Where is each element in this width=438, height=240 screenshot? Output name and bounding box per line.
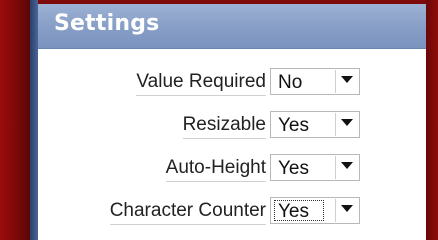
- setting-label: Character Counter: [109, 200, 266, 225]
- setting-label: Resizable: [182, 114, 266, 139]
- panel-header: Settings: [38, 4, 426, 49]
- chevron-down-icon[interactable]: [341, 76, 353, 83]
- panel-title: Settings: [54, 11, 160, 36]
- setting-row-character-counter: Character Counter Yes: [38, 195, 426, 229]
- setting-row-value-required: Value Required No: [38, 66, 426, 100]
- setting-label: Value Required: [136, 71, 266, 96]
- window-frame-left: [0, 0, 30, 240]
- chevron-down-icon[interactable]: [341, 119, 353, 126]
- setting-label: Auto-Height: [165, 157, 266, 182]
- select-divider: [335, 113, 336, 136]
- auto-height-select[interactable]: Yes: [270, 154, 360, 181]
- settings-panel: Settings Value Required No Resizable Yes…: [38, 4, 426, 240]
- setting-row-auto-height: Auto-Height Yes: [38, 152, 426, 186]
- select-value: Yes: [278, 115, 309, 136]
- character-counter-select[interactable]: Yes: [270, 197, 360, 224]
- select-value: No: [278, 72, 303, 93]
- select-divider: [335, 156, 336, 179]
- select-value: Yes: [278, 158, 309, 179]
- chevron-down-icon[interactable]: [341, 162, 353, 169]
- select-value: Yes: [274, 200, 324, 222]
- resizable-select[interactable]: Yes: [270, 111, 360, 138]
- window-frame-right: [426, 0, 438, 240]
- select-divider: [335, 199, 336, 222]
- panel-edge: [30, 0, 38, 240]
- chevron-down-icon[interactable]: [341, 205, 353, 212]
- value-required-select[interactable]: No: [270, 68, 360, 95]
- setting-row-resizable: Resizable Yes: [38, 109, 426, 143]
- select-divider: [335, 70, 336, 93]
